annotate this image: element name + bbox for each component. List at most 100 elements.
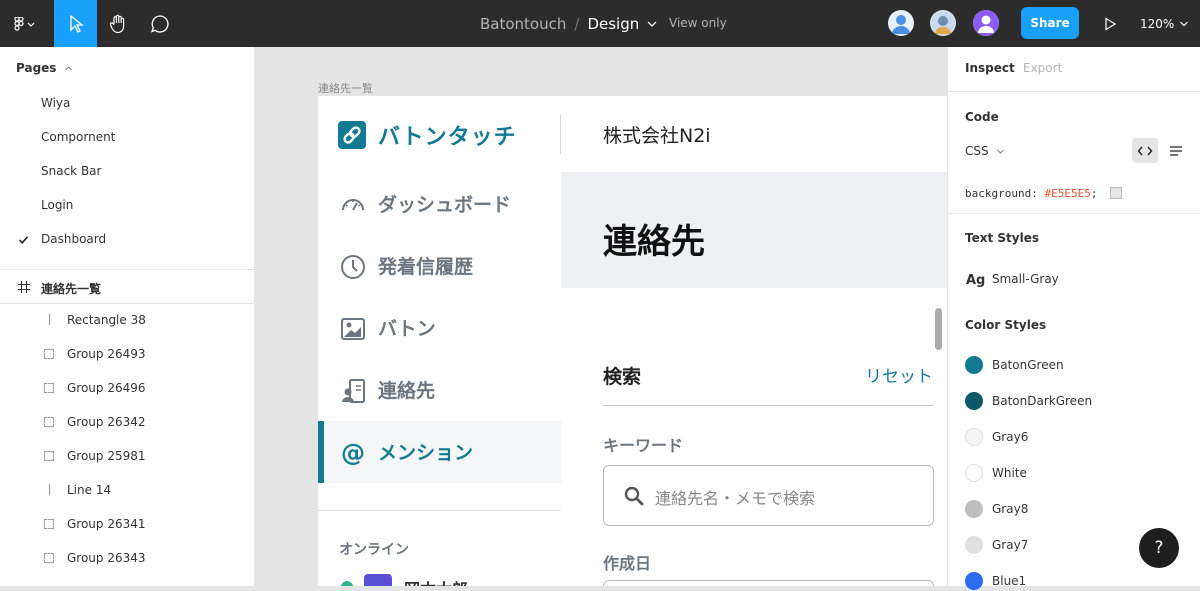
css-value: #E5E5E5 bbox=[1044, 187, 1091, 200]
color-name: Gray7 bbox=[992, 538, 1029, 552]
layer-label: Line 14 bbox=[67, 483, 112, 497]
divider bbox=[603, 405, 934, 406]
avatar[interactable] bbox=[364, 574, 392, 586]
nav-label: メンション bbox=[378, 442, 474, 464]
main-menu-button[interactable] bbox=[0, 0, 50, 47]
created-date-input[interactable] bbox=[603, 580, 934, 586]
avatar[interactable] bbox=[973, 10, 999, 36]
scrollbar-thumb[interactable] bbox=[935, 308, 942, 350]
page-item[interactable]: Login bbox=[41, 198, 73, 212]
share-button[interactable]: Share bbox=[1021, 7, 1079, 39]
move-tool-button[interactable] bbox=[54, 0, 97, 47]
avatar[interactable] bbox=[888, 10, 914, 36]
color-style-row[interactable]: BatonGreen bbox=[965, 355, 1195, 375]
layer-row[interactable]: Rectangle 38 bbox=[0, 303, 255, 337]
tab-inspect[interactable]: Inspect bbox=[965, 61, 1015, 75]
color-name: Gray6 bbox=[992, 430, 1029, 444]
hand-icon bbox=[109, 14, 125, 33]
zoom-menu[interactable]: 120% bbox=[1140, 0, 1189, 47]
layer-row[interactable]: Group 26342 bbox=[0, 405, 255, 439]
color-style-row[interactable]: Gray8 bbox=[965, 499, 1195, 519]
chevron-down-icon[interactable] bbox=[646, 19, 658, 29]
page-item[interactable]: Wiya bbox=[41, 96, 70, 110]
nav-item-dashboard[interactable]: ダッシュボード bbox=[318, 173, 561, 235]
present-button[interactable] bbox=[1096, 0, 1124, 47]
comment-tool-button[interactable] bbox=[140, 0, 180, 47]
color-style-row[interactable]: Gray6 bbox=[965, 427, 1195, 447]
at-icon: @ bbox=[341, 440, 365, 466]
user-avatar-icon bbox=[973, 10, 999, 36]
color-swatch bbox=[965, 500, 983, 518]
text-style-name[interactable]: Small-Gray bbox=[992, 272, 1059, 286]
language-select[interactable]: CSS bbox=[965, 144, 1005, 158]
color-style-row[interactable]: BatonDarkGreen bbox=[965, 391, 1195, 411]
breadcrumb-separator: / bbox=[574, 14, 580, 33]
app-name: バトンタッチ bbox=[378, 125, 517, 150]
file-name[interactable]: Design bbox=[587, 15, 639, 33]
divider bbox=[318, 510, 561, 511]
search-icon bbox=[624, 486, 644, 506]
page-item-selected[interactable]: Dashboard bbox=[41, 232, 106, 246]
app-frame[interactable]: バトンタッチ 株式会社N2i ダッシュボード 発着信履歴 バトン 連絡先 @ メ… bbox=[318, 96, 947, 586]
color-style-row[interactable]: White bbox=[965, 463, 1195, 483]
frame-caption[interactable]: 連絡先一覧 bbox=[318, 80, 373, 96]
keyword-search-input[interactable]: 連絡先名・メモで検索 bbox=[603, 465, 934, 526]
layer-row[interactable]: Line 14 bbox=[0, 473, 255, 507]
css-code[interactable]: background: #E5E5E5; bbox=[965, 187, 1123, 200]
layer-label: Group 25981 bbox=[67, 449, 146, 463]
layer-frame[interactable]: 連絡先一覧 bbox=[0, 270, 255, 304]
layer-row[interactable]: Group 26343 bbox=[0, 541, 255, 575]
help-button[interactable]: ? bbox=[1139, 528, 1179, 568]
code-icon bbox=[1137, 146, 1153, 155]
design-canvas[interactable]: 連絡先一覧 バトンタッチ 株式会社N2i ダッシュボード 発着信履歴 バトン 連… bbox=[256, 47, 947, 586]
group-icon bbox=[44, 349, 54, 359]
pages-header[interactable]: Pages bbox=[16, 61, 73, 75]
color-style-row[interactable]: Blue1 bbox=[965, 571, 1195, 591]
group-icon bbox=[44, 451, 54, 461]
reset-link[interactable]: リセット bbox=[865, 362, 933, 387]
layer-row[interactable]: Group 25981 bbox=[0, 439, 255, 473]
layer-label: Group 26343 bbox=[67, 551, 146, 565]
frame-label: 連絡先一覧 bbox=[41, 282, 102, 296]
list-view-button[interactable] bbox=[1164, 138, 1188, 163]
chevron-down-icon bbox=[1180, 21, 1189, 26]
page-item[interactable]: Compornent bbox=[41, 130, 115, 144]
layer-label: Group 26342 bbox=[67, 415, 146, 429]
page-item[interactable]: Snack Bar bbox=[41, 164, 101, 178]
layer-row[interactable]: Group 26493 bbox=[0, 337, 255, 371]
inspect-panel: Inspect Export Code CSS background: #E5E… bbox=[947, 47, 1200, 590]
search-heading: 検索 bbox=[603, 366, 642, 388]
color-swatch bbox=[965, 356, 983, 374]
color-name: Gray8 bbox=[992, 502, 1029, 516]
list-icon bbox=[1170, 145, 1182, 156]
tab-export[interactable]: Export bbox=[1023, 61, 1062, 75]
nav-label: ダッシュボード bbox=[378, 194, 512, 216]
language-value: CSS bbox=[965, 144, 989, 158]
nav-label: バトン bbox=[378, 318, 436, 340]
color-name: White bbox=[992, 466, 1027, 480]
keyword-label: キーワード bbox=[603, 436, 684, 455]
project-name[interactable]: Batontouch bbox=[480, 15, 566, 33]
nav-item-baton[interactable]: バトン bbox=[318, 297, 561, 359]
avatar[interactable] bbox=[930, 10, 956, 36]
chevron-up-icon bbox=[64, 66, 72, 71]
layer-row[interactable]: Group 26496 bbox=[0, 371, 255, 405]
nav-item-mentions[interactable]: @ メンション bbox=[318, 421, 561, 483]
comment-icon bbox=[150, 14, 169, 33]
top-toolbar: Batontouch / Design View only Share 120% bbox=[0, 0, 1200, 47]
layer-label: Group 26496 bbox=[67, 381, 146, 395]
online-label: オンライン bbox=[339, 542, 409, 558]
code-view-button[interactable] bbox=[1132, 138, 1158, 163]
text-style-icon: Ag bbox=[966, 273, 986, 288]
layers-panel: Pages Wiya Compornent Snack Bar Login Da… bbox=[0, 47, 255, 586]
nav-item-contacts[interactable]: 連絡先 bbox=[318, 359, 561, 421]
frame-icon bbox=[18, 281, 30, 293]
nav-item-history[interactable]: 発着信履歴 bbox=[318, 235, 561, 297]
hand-tool-button[interactable] bbox=[98, 0, 138, 47]
file-breadcrumb: Batontouch / Design bbox=[480, 0, 658, 47]
layer-row[interactable]: Group 26341 bbox=[0, 507, 255, 541]
color-styles-heading: Color Styles bbox=[965, 318, 1047, 332]
online-user-name[interactable]: 岡本太郎 bbox=[404, 576, 468, 586]
color-name: BatonDarkGreen bbox=[992, 394, 1093, 408]
css-property: background: bbox=[965, 187, 1038, 200]
